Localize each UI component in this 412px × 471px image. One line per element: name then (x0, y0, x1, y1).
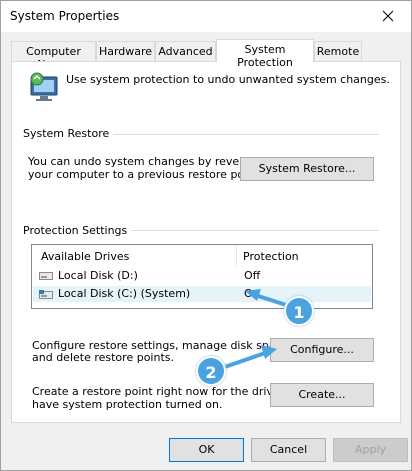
intro-text: Use system protection to undo unwanted s… (66, 73, 390, 86)
close-button[interactable] (367, 1, 411, 32)
tab-hardware[interactable]: Hardware (96, 41, 155, 61)
disk-drive-icon (39, 272, 53, 280)
annotation-badge-2: 2 (196, 356, 226, 386)
system-restore-desc-line1: You can undo system changes by reverting (28, 155, 265, 168)
close-icon (382, 10, 394, 22)
column-available-drives[interactable]: Available Drives (41, 250, 129, 263)
drive-row-c[interactable]: Local Disk (C:) (System) O (33, 286, 371, 302)
ok-button[interactable]: OK (169, 438, 244, 462)
title-bar: System Properties (1, 1, 411, 32)
create-button[interactable]: Create... (270, 383, 374, 407)
drive-name: Local Disk (C:) (System) (58, 287, 191, 300)
create-text-line2: have system protection turned on. (32, 398, 223, 411)
tab-remote[interactable]: Remote (314, 41, 362, 61)
system-restore-title: System Restore (23, 127, 114, 140)
protection-settings-title: Protection Settings (23, 224, 132, 237)
drive-row-d[interactable]: Local Disk (D:) Off (33, 268, 371, 284)
system-disk-icon (39, 290, 53, 299)
column-protection[interactable]: Protection (243, 250, 299, 263)
tab-advanced[interactable]: Advanced (155, 41, 216, 61)
column-separator (236, 245, 237, 267)
cancel-button[interactable]: Cancel (251, 438, 326, 462)
annotation-badge-1: 1 (284, 296, 314, 326)
apply-button[interactable]: Apply (333, 438, 408, 462)
system-protection-icon (27, 71, 61, 105)
tab-computer-name[interactable]: Computer Name (11, 41, 96, 71)
configure-text-line2: and delete restore points. (32, 351, 174, 364)
system-restore-desc-line2: your computer to a previous restore poin… (28, 168, 262, 181)
drives-list[interactable]: Available Drives Protection Local Disk (… (31, 244, 373, 309)
configure-button[interactable]: Configure... (270, 338, 374, 362)
drive-name: Local Disk (D:) (58, 269, 138, 282)
window-title: System Properties (10, 9, 120, 23)
tab-system-protection[interactable]: System Protection (216, 39, 314, 69)
drive-protection-status: Off (244, 269, 261, 282)
system-restore-button[interactable]: System Restore... (240, 157, 374, 181)
system-properties-window: System Properties Computer Name Hardware… (0, 0, 412, 471)
